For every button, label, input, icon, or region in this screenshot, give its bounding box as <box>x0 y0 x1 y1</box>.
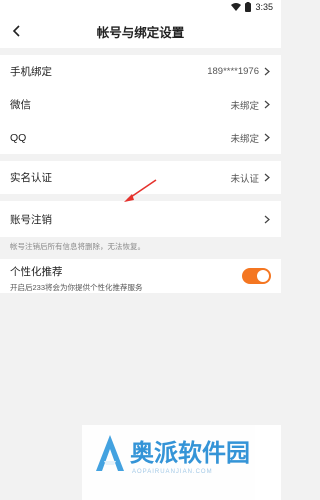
qq-binding-value: 未绑定 <box>230 133 259 145</box>
bindings-group: 手机绑定 189****1976 微信 未绑定 QQ 未绑定 <box>0 55 281 154</box>
personalization-toggle[interactable] <box>242 268 271 284</box>
account-cancel-row[interactable]: 账号注销 <box>0 201 281 237</box>
personalization-desc: 开启后233将会为你提供个性化推荐服务 <box>10 283 143 292</box>
wechat-binding-row[interactable]: 微信 未绑定 <box>0 88 281 121</box>
annotation-arrow-icon <box>124 179 157 202</box>
phone-binding-row[interactable]: 手机绑定 189****1976 <box>0 55 281 88</box>
divider <box>0 154 281 161</box>
cancel-group: 账号注销 <box>0 201 281 237</box>
watermark-text: 奥派软件园 <box>130 440 250 467</box>
personalization-title: 个性化推荐 <box>10 266 63 278</box>
chevron-right-icon <box>263 100 271 110</box>
status-bar: 3:35 <box>0 0 281 14</box>
header: 帐号与绑定设置 <box>0 14 281 48</box>
page-title: 帐号与绑定设置 <box>96 25 185 40</box>
divider <box>0 48 281 55</box>
toggle-knob <box>257 270 269 282</box>
account-cancel-note: 帐号注销后所有信息将删除，无法恢复。 <box>0 237 281 259</box>
watermark: 奥派软件园 AOPAIRUANJIAN.COM <box>82 425 281 500</box>
phone-binding-label: 手机绑定 <box>10 66 52 78</box>
wechat-binding-value: 未绑定 <box>230 100 259 112</box>
battery-icon <box>245 2 252 12</box>
account-cancel-label: 账号注销 <box>10 213 52 226</box>
chevron-right-icon <box>263 67 271 77</box>
qq-binding-row[interactable]: QQ 未绑定 <box>0 121 281 154</box>
wifi-icon <box>231 3 242 11</box>
wechat-binding-label: 微信 <box>10 99 31 111</box>
chevron-right-icon <box>263 133 271 143</box>
watermark-subtext: AOPAIRUANJIAN.COM <box>132 469 213 475</box>
personalization-row: 个性化推荐 开启后233将会为你提供个性化推荐服务 <box>0 259 281 293</box>
status-time: 3:35 <box>255 2 273 12</box>
back-button[interactable] <box>8 22 26 40</box>
qq-binding-label: QQ <box>10 131 27 144</box>
watermark-logo-icon <box>96 435 124 471</box>
realname-value: 未认证 <box>230 173 259 185</box>
chevron-right-icon <box>263 173 271 183</box>
chevron-right-icon <box>263 214 271 224</box>
phone-binding-value: 189****1976 <box>207 66 259 77</box>
chevron-left-icon <box>12 25 20 37</box>
